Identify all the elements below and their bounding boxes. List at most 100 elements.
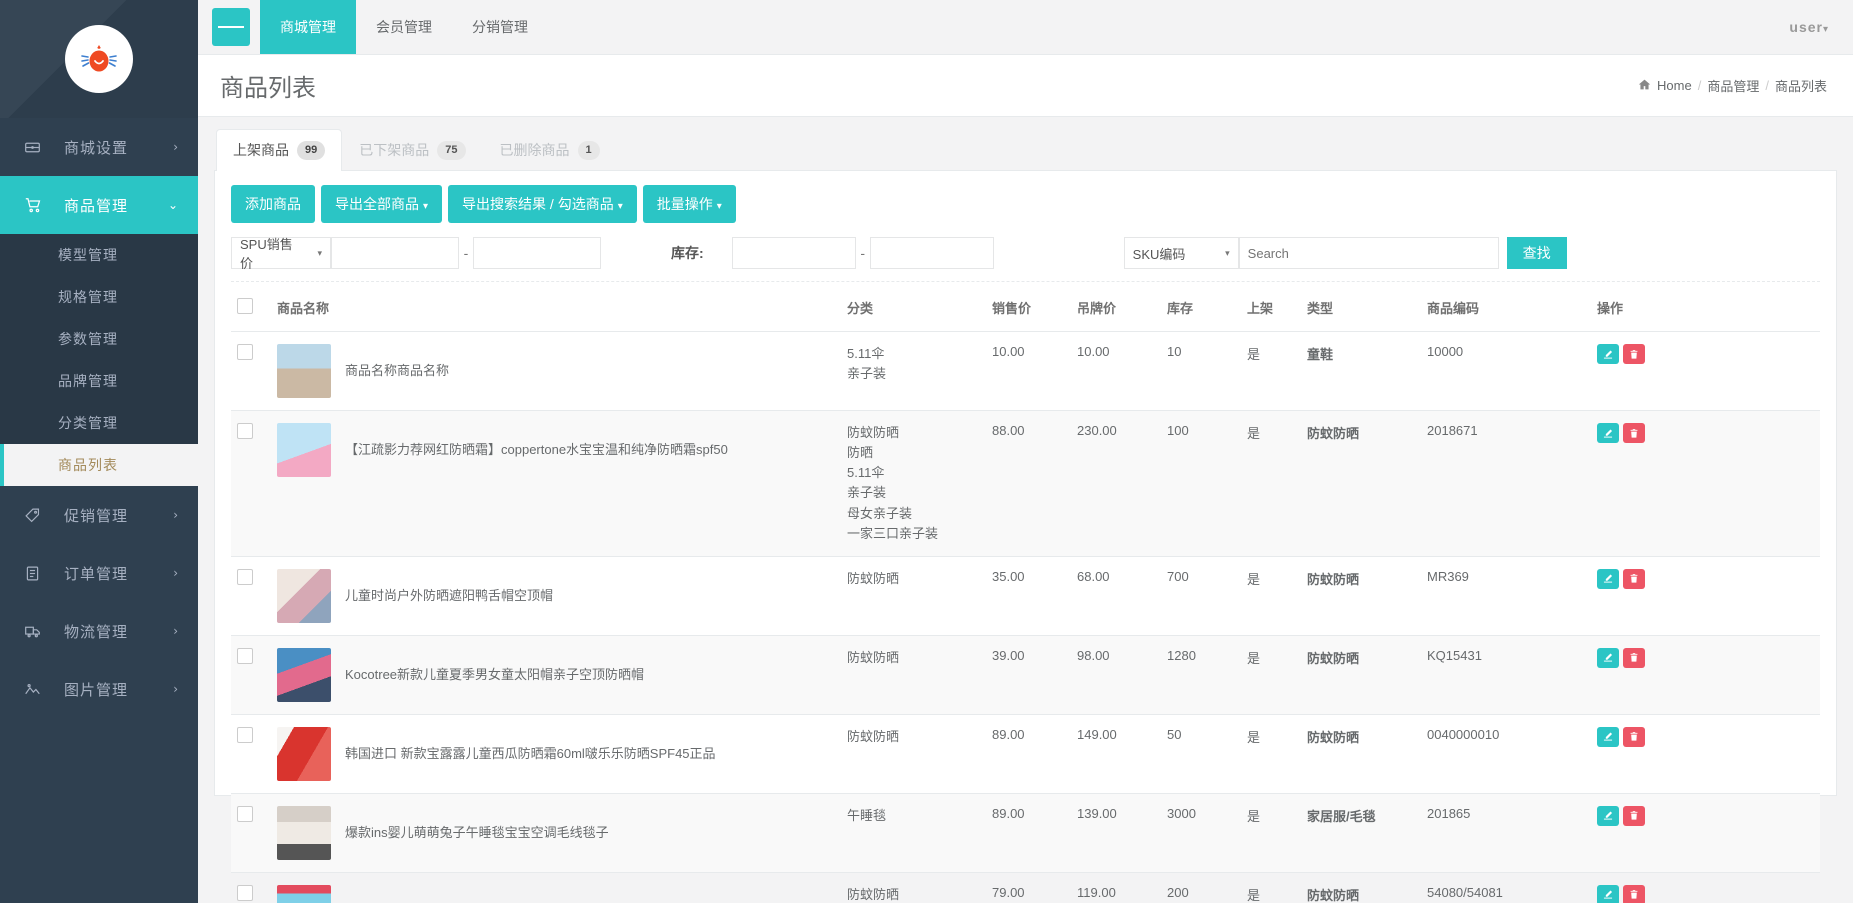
user-menu[interactable]: user▾ (1789, 19, 1829, 35)
edit-icon[interactable] (1597, 805, 1619, 826)
row-checkbox[interactable] (237, 726, 253, 743)
product-price: 10.00 (986, 331, 1071, 411)
product-stock: 1280 (1161, 635, 1241, 715)
trash-icon[interactable] (1623, 805, 1645, 826)
col-category: 分类 (841, 284, 986, 332)
row-select-cell (231, 556, 271, 636)
sidebar-link-shop-settings[interactable]: 商城设置 › (0, 118, 198, 176)
tab-distribution-management[interactable]: 分销管理 (452, 0, 548, 54)
trash-icon[interactable] (1623, 726, 1645, 747)
row-select-cell (231, 331, 271, 411)
product-type: 家居服/毛毯 (1301, 793, 1421, 873)
search-field-select[interactable]: SKU编码 ▾ (1123, 237, 1239, 269)
breadcrumb-level2[interactable]: 商品管理 (1707, 76, 1759, 95)
product-on-shelf: 是 (1241, 635, 1301, 715)
sidebar-label: 订单管理 (64, 565, 129, 583)
edit-icon[interactable] (1597, 344, 1619, 364)
product-price: 89.00 (986, 714, 1071, 794)
sidebar-link-promotion[interactable]: 促销管理 › (0, 486, 198, 544)
tab-label: 上架商品 (233, 142, 289, 158)
tab-label: 已删除商品 (499, 142, 570, 158)
export-all-button[interactable]: 导出全部商品 ▾ (321, 185, 443, 223)
sidebar-link-product-management[interactable]: 商品管理 ⌄ (0, 176, 198, 234)
row-checkbox[interactable] (237, 884, 253, 901)
edit-icon[interactable] (1597, 647, 1619, 668)
sidebar-sublink-param[interactable]: 参数管理 (0, 318, 198, 360)
search-field-value: SKU编码 (1132, 246, 1186, 262)
product-thumbnail (277, 884, 331, 903)
select-all-checkbox[interactable] (237, 298, 253, 314)
chevron-down-icon: ▾ (423, 201, 429, 212)
image-icon (24, 681, 50, 698)
tab-shop-management[interactable]: 商城管理 (260, 0, 356, 54)
tab-on-shelf[interactable]: 上架商品 99 (216, 129, 343, 171)
edit-icon[interactable] (1597, 423, 1619, 443)
sidebar-sublink-brand[interactable]: 品牌管理 (0, 360, 198, 402)
hamburger-icon[interactable] (212, 8, 250, 46)
breadcrumb-home[interactable]: Home (1657, 78, 1692, 93)
tab-deleted[interactable]: 已删除商品 1 (483, 129, 617, 171)
row-checkbox[interactable] (237, 568, 253, 585)
search-input[interactable] (1238, 237, 1499, 269)
table-row: 爆款ins婴儿萌萌兔子午睡毯宝宝空调毛线毯子 午睡毯 89.00 139.00 … (231, 793, 1820, 873)
edit-icon[interactable] (1597, 726, 1619, 747)
sidebar-sublink-category[interactable]: 分类管理 (0, 402, 198, 444)
trash-icon[interactable] (1623, 647, 1645, 668)
trash-icon[interactable] (1623, 344, 1645, 364)
sidebar-sublink-spec[interactable]: 规格管理 (0, 276, 198, 318)
product-stock: 700 (1161, 556, 1241, 636)
row-checkbox[interactable] (237, 647, 253, 664)
product-name: 【江疏影力荐网红防晒霜】coppertone水宝宝温和纯净防晒霜spf50 (345, 441, 728, 457)
edit-icon[interactable] (1597, 884, 1619, 903)
price-max-input[interactable] (473, 237, 601, 269)
product-stock: 100 (1161, 410, 1241, 557)
product-on-shelf: 是 (1241, 331, 1301, 411)
stock-max-input[interactable] (869, 237, 994, 269)
product-categories: 防蚊防晒 (841, 556, 986, 636)
panel: 添加商品 导出全部商品 ▾ 导出搜索结果 / 勾选商品 ▾ 批量操作 ▾ SPU销售价… (214, 171, 1837, 903)
product-tag-price: 230.00 (1071, 410, 1161, 557)
product-name-cell: 爆款ins婴儿萌萌兔子午睡毯宝宝空调毛线毯子 (271, 793, 841, 873)
table-head: 商品名称 分类 销售价 吊牌价 库存 上架 类型 商品编码 操作 (231, 284, 1820, 332)
table-body: 商品名称商品名称 5.11伞 亲子装 10.00 10.00 10 是 童鞋 10… (231, 331, 1820, 903)
sidebar-link-image[interactable]: 图片管理 › (0, 660, 198, 718)
row-checkbox[interactable] (237, 805, 253, 822)
tab-member-management[interactable]: 会员管理 (356, 0, 452, 54)
tab-off-shelf[interactable]: 已下架商品 75 (342, 129, 482, 171)
price-min-input[interactable] (331, 237, 459, 269)
sidebar-sublink-product-list[interactable]: 商品列表 (0, 444, 198, 486)
sidebar-link-logistics[interactable]: 物流管理 › (0, 602, 198, 660)
sidebar-sublink-model[interactable]: 模型管理 (0, 234, 198, 276)
sidebar-submenu-product: 模型管理 规格管理 参数管理 品牌管理 分类管理 商品列表 (0, 234, 198, 486)
sidebar-item-logistics: 物流管理 › (0, 602, 198, 660)
breadcrumb-current: 商品列表 (1774, 79, 1827, 94)
table-row: 【江疏影力荐网红防晒霜】coppertone水宝宝温和纯净防晒霜spf50 防蚊… (231, 410, 1820, 557)
topbar: 商城管理 会员管理 分销管理 user▾ (198, 0, 1853, 55)
row-select-cell (231, 872, 271, 903)
sidebar-link-order[interactable]: 订单管理 › (0, 544, 198, 602)
search-button[interactable]: 查找 (1506, 237, 1567, 269)
category-item: 母女亲子装 (847, 505, 913, 521)
export-selected-button[interactable]: 导出搜索结果 / 勾选商品 ▾ (448, 185, 637, 223)
price-field-select[interactable]: SPU销售价 ▾ (231, 237, 331, 271)
row-select-cell (231, 793, 271, 873)
product-name: 韩国进口 新款宝露露儿童西瓜防晒霜60ml啵乐乐防晒SPF45正品 (345, 745, 716, 761)
trash-icon[interactable] (1623, 423, 1645, 443)
category-item: 午睡毯 (847, 807, 887, 823)
stock-min-input[interactable] (731, 237, 856, 269)
row-select-cell (231, 410, 271, 557)
product-thumbnail (277, 568, 331, 623)
row-checkbox[interactable] (237, 423, 253, 439)
add-product-button[interactable]: 添加商品 (231, 185, 315, 223)
product-type: 防蚊防晒 (1301, 635, 1421, 715)
product-thumbnail (277, 726, 331, 781)
trash-icon[interactable] (1623, 568, 1645, 589)
category-item: 防蚊防晒 (847, 570, 900, 586)
batch-operation-button[interactable]: 批量操作 ▾ (642, 185, 736, 223)
row-checkbox[interactable] (237, 344, 253, 360)
edit-icon[interactable] (1597, 568, 1619, 589)
chevron-down-icon: ▾ (1822, 24, 1829, 35)
page-header: 商品列表 Home / 商品管理 / 商品列表 (198, 55, 1853, 117)
trash-icon[interactable] (1623, 884, 1645, 903)
product-tag-price: 149.00 (1071, 714, 1161, 794)
